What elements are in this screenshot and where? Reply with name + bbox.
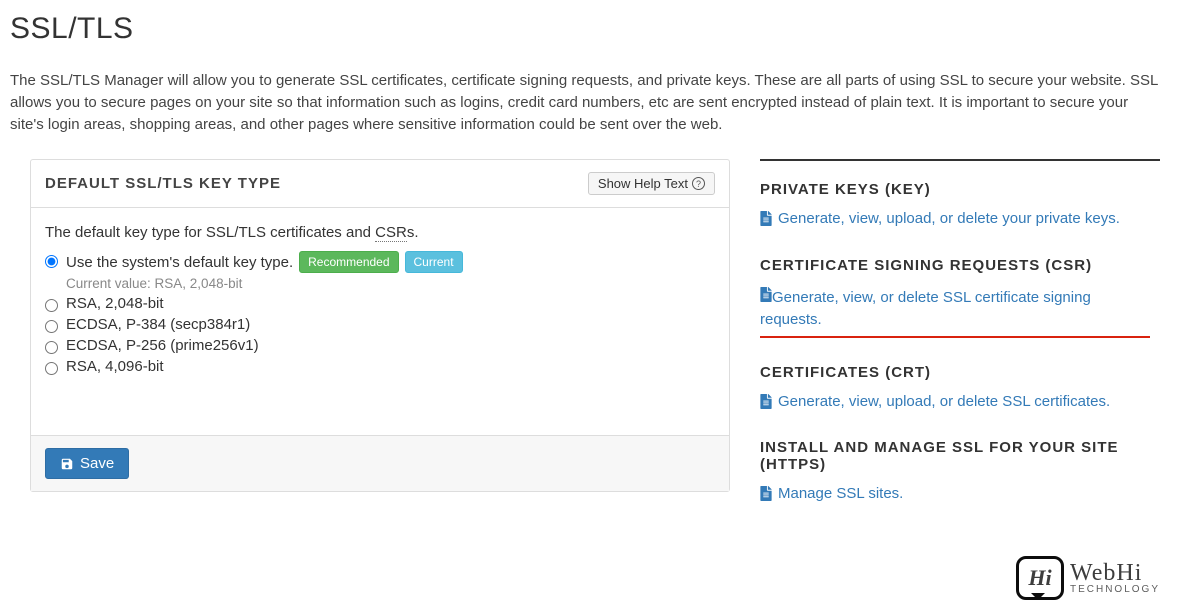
current-badge: Current: [405, 251, 463, 273]
section-heading: PRIVATE KEYS (KEY): [760, 181, 1150, 198]
key-type-label: ECDSA, P-384 (secp384r1): [66, 316, 250, 333]
section-link[interactable]: Generate, view, or delete SSL certificat…: [760, 289, 1091, 329]
key-type-label: Use the system's default key type.: [66, 254, 293, 271]
key-type-option: ECDSA, P-384 (secp384r1): [45, 316, 715, 333]
watermark: Hi WebHi TECHNOLOGY: [1016, 556, 1160, 600]
recommended-badge: Recommended: [299, 251, 398, 273]
csr-abbr: CSR: [375, 224, 407, 242]
panel-heading: DEFAULT SSL/TLS KEY TYPE: [45, 175, 281, 192]
key-type-label: ECDSA, P-256 (prime256v1): [66, 337, 259, 354]
show-help-label: Show Help Text: [598, 176, 688, 191]
key-type-option: ECDSA, P-256 (prime256v1): [45, 337, 715, 354]
question-icon: ?: [692, 177, 705, 190]
key-type-option: RSA, 2,048-bit: [45, 295, 715, 312]
section-link[interactable]: Manage SSL sites.: [778, 483, 903, 506]
section-heading: CERTIFICATES (CRT): [760, 364, 1150, 381]
panel-description: The default key type for SSL/TLS certifi…: [45, 224, 715, 241]
section: CERTIFICATES (CRT) Generate, view, upload…: [760, 364, 1150, 414]
section-heading: CERTIFICATE SIGNING REQUESTS (CSR): [760, 257, 1150, 274]
section-link-row: Generate, view, upload, or delete your p…: [760, 208, 1150, 231]
key-type-option: RSA, 4,096-bit: [45, 358, 715, 375]
section: CERTIFICATE SIGNING REQUESTS (CSR) Genera…: [760, 257, 1150, 338]
key-type-option: Use the system's default key type. Recomm…: [45, 251, 715, 291]
section: INSTALL AND MANAGE SSL FOR YOUR SITE (HT…: [760, 439, 1150, 506]
watermark-sub: TECHNOLOGY: [1070, 585, 1160, 595]
key-type-radio[interactable]: [45, 362, 58, 375]
section-link-row: Manage SSL sites.: [760, 483, 1150, 506]
watermark-bubble: Hi: [1016, 556, 1064, 600]
current-value-text: Current value: RSA, 2,048-bit: [66, 276, 463, 291]
key-type-radio[interactable]: [45, 299, 58, 312]
default-key-panel: DEFAULT SSL/TLS KEY TYPE Show Help Text …: [30, 159, 730, 492]
document-icon: [760, 394, 772, 409]
key-type-label: RSA, 4,096-bit: [66, 358, 164, 375]
watermark-brand: WebHi: [1070, 561, 1160, 585]
document-icon: [760, 287, 772, 302]
page-title: SSL/TLS: [10, 12, 1168, 46]
section-link[interactable]: Generate, view, upload, or delete your p…: [778, 208, 1120, 231]
key-type-radio-group: Use the system's default key type. Recomm…: [45, 251, 715, 375]
section-link[interactable]: Generate, view, upload, or delete SSL ce…: [778, 391, 1110, 414]
document-icon: [760, 486, 772, 501]
intro-text: The SSL/TLS Manager will allow you to ge…: [10, 70, 1160, 135]
section-link-row: Generate, view, upload, or delete SSL ce…: [760, 391, 1150, 414]
save-button[interactable]: Save: [45, 448, 129, 479]
show-help-button[interactable]: Show Help Text ?: [588, 172, 715, 195]
key-type-label: RSA, 2,048-bit: [66, 295, 164, 312]
save-label: Save: [80, 455, 114, 472]
section-link-row: Generate, view, or delete SSL certificat…: [760, 284, 1150, 338]
key-type-radio[interactable]: [45, 255, 58, 268]
key-type-radio[interactable]: [45, 320, 58, 333]
save-icon: [60, 457, 74, 471]
key-type-radio[interactable]: [45, 341, 58, 354]
document-icon: [760, 211, 772, 226]
section-heading: INSTALL AND MANAGE SSL FOR YOUR SITE (HT…: [760, 439, 1150, 473]
section: PRIVATE KEYS (KEY) Generate, view, upload…: [760, 181, 1150, 231]
